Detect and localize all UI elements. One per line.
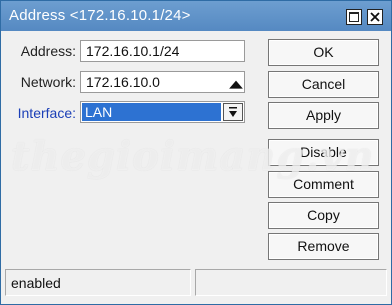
ok-button[interactable]: OK: [268, 39, 379, 66]
title-bar[interactable]: Address <172.16.10.1/24>: [1, 1, 391, 31]
address-dialog: Address <172.16.10.1/24> Address: 172.16…: [0, 0, 392, 305]
status-secondary: [195, 269, 387, 296]
apply-button[interactable]: Apply: [268, 102, 379, 129]
status-bar: enabled: [5, 269, 387, 296]
window-title: Address <172.16.10.1/24>: [9, 7, 191, 24]
network-field[interactable]: 172.16.10.0: [80, 71, 245, 93]
disable-button[interactable]: Disable: [268, 139, 379, 166]
interface-label: Interface:: [17, 105, 76, 121]
address-field[interactable]: 172.16.10.1/24: [80, 40, 245, 62]
remove-button[interactable]: Remove: [268, 233, 379, 260]
address-label: Address:: [20, 43, 76, 59]
copy-button[interactable]: Copy: [268, 202, 379, 229]
network-label: Network:: [20, 74, 76, 90]
comment-button[interactable]: Comment: [268, 171, 379, 198]
status-text: enabled: [5, 269, 191, 296]
maximize-icon[interactable]: [346, 9, 362, 25]
interface-select[interactable]: LAN: [80, 101, 245, 123]
cancel-button[interactable]: Cancel: [268, 71, 379, 98]
dropdown-arrow-icon[interactable]: [223, 103, 243, 121]
interface-value: LAN: [82, 103, 221, 121]
close-icon[interactable]: [367, 9, 383, 25]
up-triangle-icon[interactable]: [228, 78, 244, 90]
